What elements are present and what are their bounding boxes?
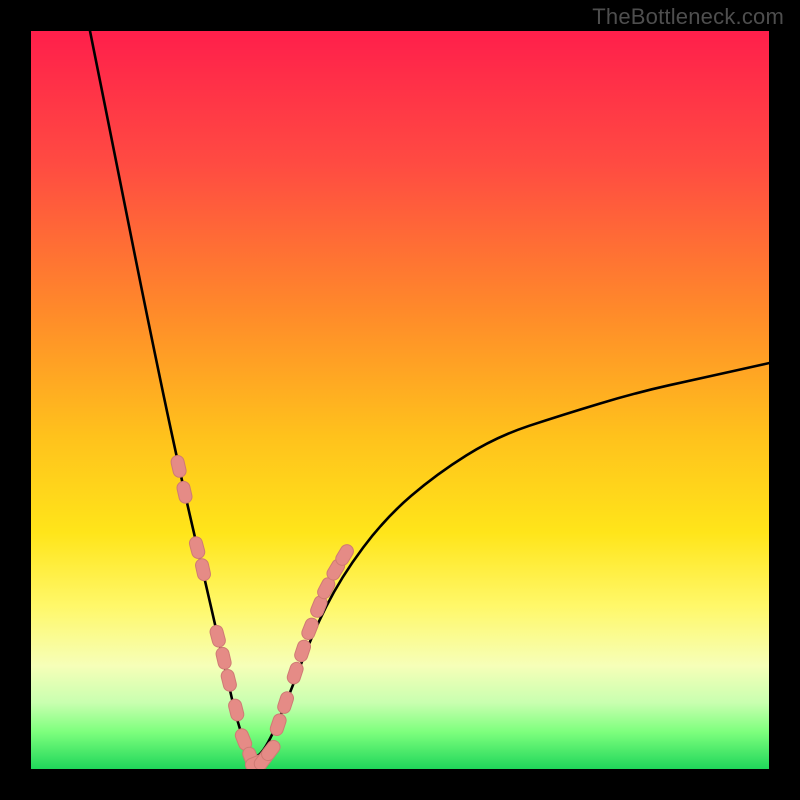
curve-marker — [300, 616, 320, 641]
curve-marker — [215, 646, 233, 670]
bottleneck-curve-svg — [31, 31, 769, 769]
curve-marker — [176, 480, 194, 504]
curve-marker — [227, 698, 245, 722]
bottleneck-curve — [90, 31, 769, 756]
curve-markers — [170, 454, 356, 769]
curve-marker — [276, 690, 295, 715]
curve-marker — [194, 558, 211, 582]
curve-marker — [188, 535, 206, 560]
curve-marker — [220, 668, 238, 692]
curve-marker — [293, 638, 312, 663]
chart-frame: TheBottleneck.com — [0, 0, 800, 800]
curve-marker — [209, 624, 227, 649]
curve-marker — [269, 712, 288, 737]
watermark-text: TheBottleneck.com — [592, 4, 784, 30]
plot-area — [31, 31, 769, 769]
curve-marker — [286, 661, 305, 686]
curve-marker — [170, 454, 188, 478]
